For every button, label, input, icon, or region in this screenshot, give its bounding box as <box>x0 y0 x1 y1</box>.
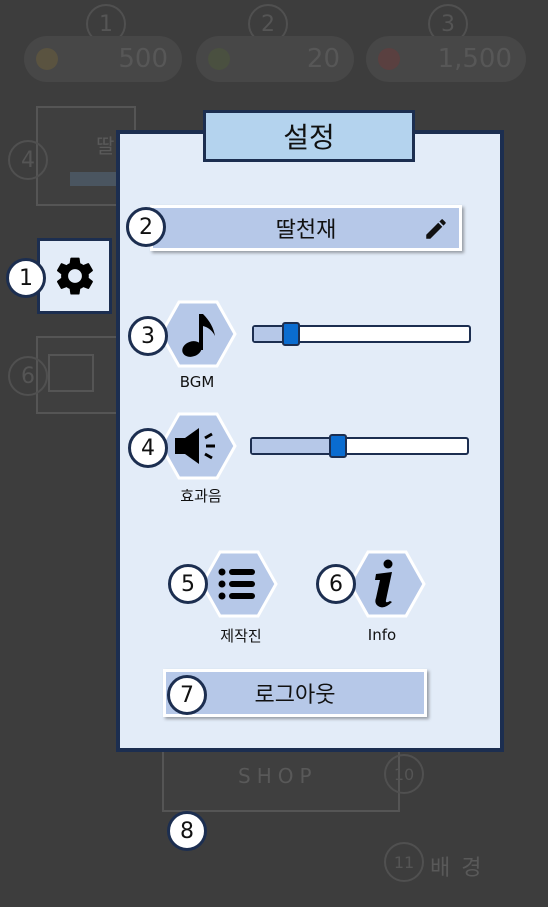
sfx-slider-thumb[interactable] <box>329 434 347 458</box>
bg-coin-counter: 500 <box>24 36 182 82</box>
bg-calendar-card <box>36 336 126 414</box>
credits-label: 제작진 <box>220 627 262 645</box>
settings-gear-button[interactable] <box>37 238 112 314</box>
nickname-text: 딸천재 <box>275 218 337 243</box>
settings-title: 설정 <box>203 110 415 162</box>
credits-button[interactable] <box>200 550 278 618</box>
energy-icon <box>208 48 230 70</box>
pencil-icon <box>426 219 446 239</box>
nickname-edit-button[interactable]: 딸천재 <box>150 205 462 251</box>
bg-number-11: 11 <box>384 842 424 882</box>
annotation-3: 3 <box>128 316 168 356</box>
bg-background-label: 배 경 <box>430 856 484 881</box>
gear-icon <box>56 257 93 295</box>
bgm-button[interactable] <box>159 300 237 368</box>
bg-energy-value: 20 <box>306 44 340 74</box>
info-button[interactable] <box>348 550 426 618</box>
annotation-7: 7 <box>167 675 207 715</box>
annotation-4: 4 <box>128 428 168 468</box>
bg-energy-counter: 20 <box>196 36 354 82</box>
annotation-1: 1 <box>6 258 46 298</box>
info-label: Info <box>367 626 397 644</box>
bg-shop-button: SHOP <box>162 744 400 812</box>
gem-icon <box>378 48 400 70</box>
coin-icon <box>36 48 58 70</box>
sfx-button[interactable] <box>159 412 237 480</box>
bg-number-6: 6 <box>8 356 48 396</box>
bgm-volume-slider[interactable] <box>252 322 471 346</box>
annotation-8: 8 <box>167 811 207 851</box>
sfx-slider-fill <box>252 439 338 453</box>
annotation-2: 2 <box>126 207 166 247</box>
sfx-volume-slider[interactable] <box>250 434 469 458</box>
bg-number-10: 10 <box>384 754 424 794</box>
bg-profile-name: 딸 <box>96 134 115 158</box>
list-icon <box>218 568 255 600</box>
bg-gem-counter: 1,500 <box>366 36 526 82</box>
bg-shop-label: SHOP <box>238 764 318 788</box>
annotation-5: 5 <box>168 564 208 604</box>
sfx-label: 효과음 <box>180 487 222 505</box>
bgm-label: BGM <box>179 373 215 391</box>
calendar-icon <box>48 354 94 392</box>
bgm-slider-thumb[interactable] <box>282 322 300 346</box>
bg-gem-value: 1,500 <box>437 44 512 74</box>
bg-coin-value: 500 <box>118 44 168 74</box>
bg-number-4: 4 <box>8 140 48 180</box>
annotation-6: 6 <box>316 564 356 604</box>
